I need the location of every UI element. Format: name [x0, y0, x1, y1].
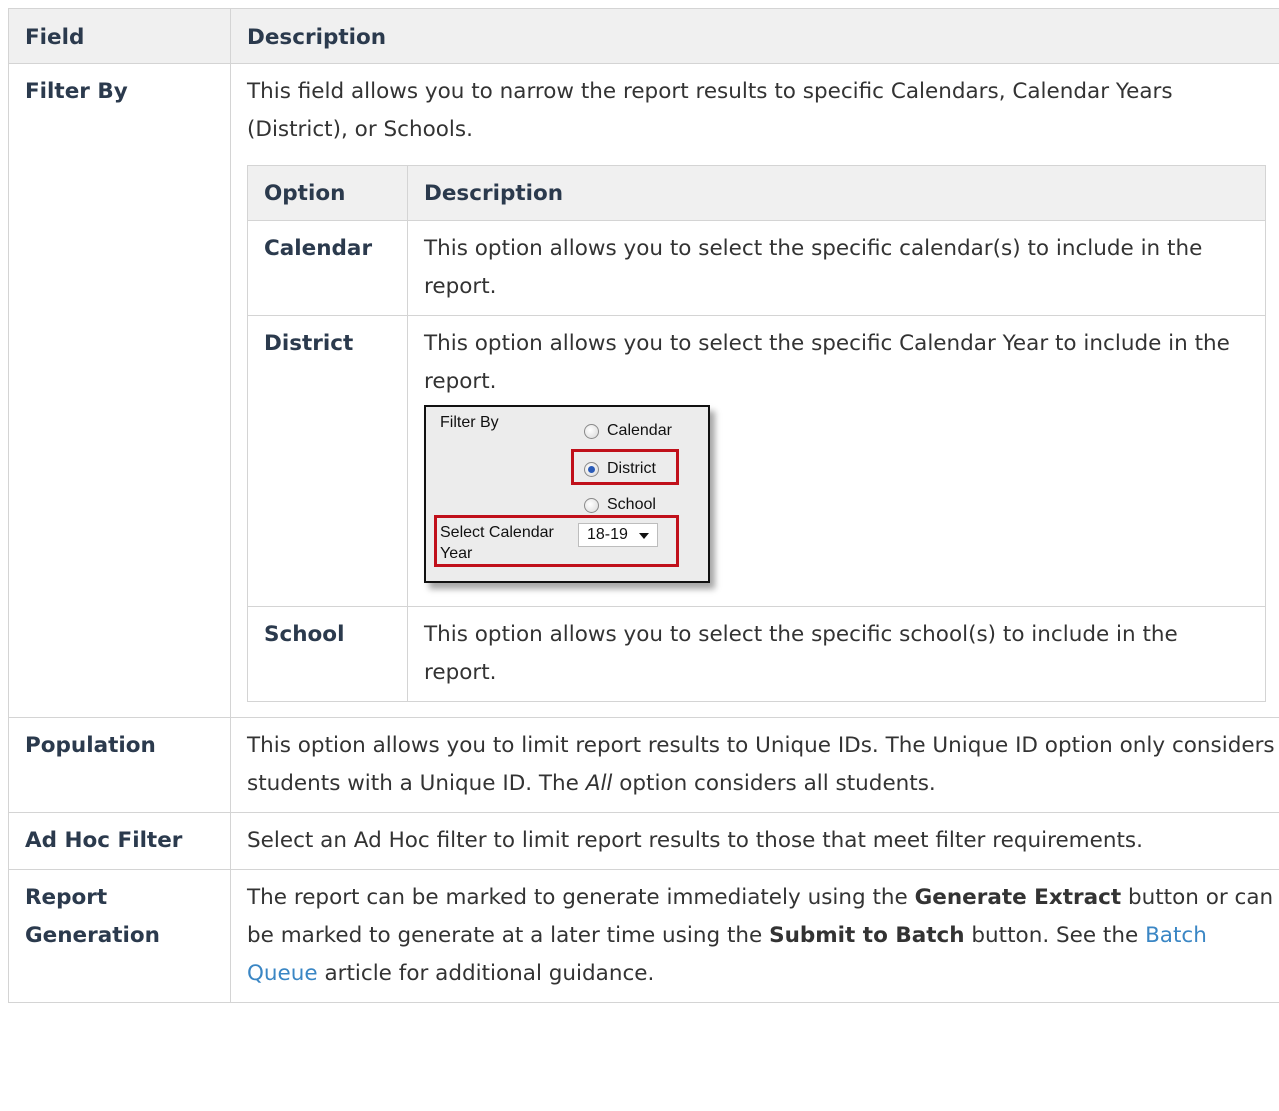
radio-school-icon — [584, 497, 599, 513]
radio-calendar-label: Calendar — [607, 422, 672, 439]
header-field: Field — [8, 8, 231, 64]
table-row-population: Population This option allows you to lim… — [8, 717, 1279, 813]
filter-by-screenshot: Filter By Calendar District School Selec… — [424, 405, 710, 583]
report-gen-text-1: The report can be marked to generate imm… — [247, 885, 915, 910]
select-calendar-year-label-line1: Select Calendar — [440, 524, 554, 541]
option-school-description: This option allows you to select the spe… — [407, 606, 1266, 702]
report-gen-submit-to-batch: Submit to Batch — [769, 923, 965, 948]
description-ad-hoc-filter: Select an Ad Hoc filter to limit report … — [230, 812, 1279, 870]
field-filter-by: Filter By — [8, 63, 231, 718]
calendar-year-select[interactable]: 18-19 — [578, 523, 658, 547]
option-district-description-cell: This option allows you to select the spe… — [407, 315, 1266, 607]
description-filter-by: This field allows you to narrow the repo… — [230, 63, 1279, 718]
population-text-all: All — [585, 771, 613, 796]
field-report-generation-line1: Report — [25, 885, 108, 910]
report-gen-text-3: button. See the — [964, 923, 1146, 948]
select-calendar-year-label-line2: Year — [440, 545, 473, 562]
option-school: School — [247, 606, 408, 702]
chevron-down-icon — [639, 533, 649, 539]
header-description: Description — [230, 8, 1279, 64]
description-report-generation: The report can be marked to generate imm… — [230, 869, 1279, 1003]
population-text-2: option considers all students. — [612, 771, 936, 796]
radio-school-label: School — [607, 496, 656, 513]
field-population: Population — [8, 717, 231, 813]
radio-calendar[interactable]: Calendar — [584, 421, 672, 441]
option-calendar-description: This option allows you to select the spe… — [407, 220, 1266, 316]
option-row-calendar: Calendar This option allows you to selec… — [247, 220, 1266, 316]
screenshot-filter-label: Filter By — [440, 414, 499, 431]
option-district-description: This option allows you to select the spe… — [424, 331, 1230, 394]
option-district: District — [247, 315, 408, 607]
options-table: Option Description Calendar This option … — [247, 165, 1266, 702]
calendar-year-select-value: 18-19 — [587, 526, 628, 543]
radio-school[interactable]: School — [584, 495, 656, 515]
radio-district[interactable]: District — [584, 459, 656, 479]
options-header-option: Option — [247, 165, 408, 221]
radio-district-label: District — [607, 460, 656, 477]
table-row-ad-hoc-filter: Ad Hoc Filter Select an Ad Hoc filter to… — [8, 812, 1279, 870]
field-report-generation-line2: Generation — [25, 923, 160, 948]
filter-options-table: Field Description Filter By This field a… — [8, 8, 1279, 1003]
table-row-report-generation: Report Generation The report can be marke… — [8, 869, 1279, 1003]
table-header-row: Field Description — [8, 8, 1279, 64]
options-header-description: Description — [407, 165, 1266, 221]
report-gen-text-4: article for additional guidance. — [317, 961, 655, 986]
field-report-generation: Report Generation — [8, 869, 231, 1003]
option-row-school: School This option allows you to select … — [247, 606, 1266, 702]
option-calendar: Calendar — [247, 220, 408, 316]
radio-district-selected-icon — [584, 461, 599, 477]
report-gen-generate-extract: Generate Extract — [914, 885, 1122, 910]
options-header-row: Option Description — [247, 165, 1266, 221]
field-ad-hoc-filter: Ad Hoc Filter — [8, 812, 231, 870]
table-row-filter-by: Filter By This field allows you to narro… — [8, 63, 1279, 718]
description-population: This option allows you to limit report r… — [230, 717, 1279, 813]
filter-by-description-text: This field allows you to narrow the repo… — [247, 79, 1173, 142]
radio-calendar-icon — [584, 423, 599, 439]
option-row-district: District This option allows you to selec… — [247, 315, 1266, 607]
